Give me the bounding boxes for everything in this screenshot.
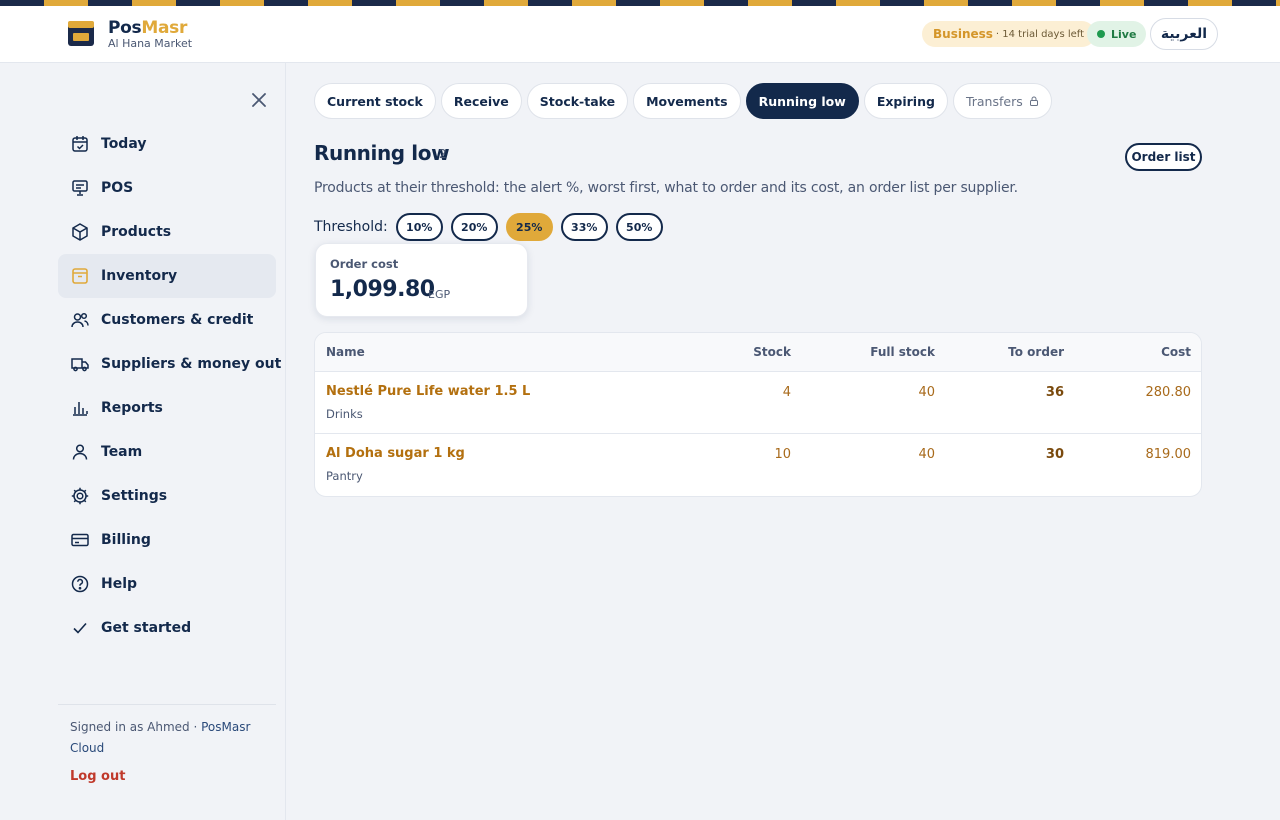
tab-current-stock[interactable]: Current stock <box>314 83 436 119</box>
bar-chart-icon <box>73 402 88 416</box>
sidebar-item-products[interactable]: Products <box>58 210 276 254</box>
plan-badge[interactable]: Business · 14 trial days left <box>922 21 1096 47</box>
col-name[interactable]: Name <box>326 345 365 359</box>
sidebar-item-customers[interactable]: Customers & credit <box>58 298 276 342</box>
running-low-table: Name Stock Full stock To order Cost Nest… <box>314 332 1202 497</box>
sidebar-item-suppliers[interactable]: Suppliers & money out <box>58 342 281 386</box>
sidebar-nav: Today POS Products Inventory Customers &… <box>58 122 281 650</box>
cost-value: 819.00 <box>1145 447 1192 462</box>
sidebar-item-help[interactable]: Help <box>58 562 276 606</box>
sidebar-divider <box>58 704 276 705</box>
sidebar-item-settings[interactable]: Settings <box>58 474 276 518</box>
credit-card-icon <box>71 533 89 547</box>
sidebar-item-today[interactable]: Today <box>58 122 276 166</box>
order-cost-card: Order cost 1,099.80 EGP <box>315 243 528 317</box>
top-bar: PosMasr Al Hana Market Business · 14 tri… <box>0 6 1280 63</box>
signed-in-info: Signed in as Ahmed · PosMasr Cloud <box>70 720 251 755</box>
inventory-tabs: Current stock Receive Stock-take Movemen… <box>314 83 1052 119</box>
tab-expiring[interactable]: Expiring <box>863 83 948 119</box>
page-title: Running low <box>314 141 450 165</box>
store-logo-icon <box>68 21 94 46</box>
user-icon <box>72 444 88 460</box>
inventory-icon <box>72 268 88 284</box>
table-row[interactable]: Nestlé Pure Life water 1.5 L Drinks 4 40… <box>315 372 1201 434</box>
order-cost-label: Order cost <box>330 257 399 271</box>
users-icon <box>71 312 89 328</box>
tab-movements[interactable]: Movements <box>633 83 741 119</box>
sidebar: Today POS Products Inventory Customers &… <box>0 63 286 820</box>
tab-receive[interactable]: Receive <box>440 83 522 119</box>
item-count: 2 <box>439 147 447 161</box>
lock-icon <box>1029 96 1038 106</box>
trial-days: · 14 trial days left <box>995 28 1085 40</box>
threshold-chip-50[interactable]: 50% <box>615 213 663 241</box>
store-name: Al Hana Market <box>108 37 193 50</box>
threshold-selector: Threshold: 10% 20% 25% 33% 50% <box>314 213 663 241</box>
sidebar-item-pos[interactable]: POS <box>58 166 276 210</box>
brand-name: PosMasr <box>108 18 188 38</box>
truck-icon <box>71 358 89 372</box>
product-name[interactable]: Nestlé Pure Life water 1.5 L <box>326 384 530 399</box>
stock-value: 4 <box>782 385 791 400</box>
threshold-label: Threshold: <box>314 219 388 235</box>
col-cost[interactable]: Cost <box>1161 345 1191 359</box>
to-order-value: 36 <box>1045 385 1064 400</box>
monitor-icon <box>72 180 88 196</box>
check-icon <box>73 622 87 634</box>
order-cost-value: 1,099.80 <box>330 277 435 302</box>
gear-icon <box>71 487 89 505</box>
table-header: Name Stock Full stock To order Cost <box>315 333 1201 372</box>
tab-running-low[interactable]: Running low <box>745 83 859 119</box>
language-toggle-button[interactable]: العربية <box>1150 18 1218 50</box>
product-category: Pantry <box>326 469 363 483</box>
tab-stock-take[interactable]: Stock-take <box>526 83 629 119</box>
threshold-chip-33[interactable]: 33% <box>560 213 608 241</box>
logout-link[interactable]: Log out <box>70 769 125 784</box>
box-icon <box>72 223 88 241</box>
order-list-button[interactable]: Order list <box>1125 143 1202 171</box>
col-stock[interactable]: Stock <box>753 345 791 359</box>
live-dot-icon <box>1097 30 1105 38</box>
col-full-stock[interactable]: Full stock <box>870 345 935 359</box>
threshold-chip-20[interactable]: 20% <box>450 213 498 241</box>
threshold-chip-10[interactable]: 10% <box>395 213 443 241</box>
col-to-order[interactable]: To order <box>1008 345 1064 359</box>
to-order-value: 30 <box>1045 447 1064 462</box>
help-circle-icon <box>71 575 89 593</box>
plan-name: Business <box>933 27 993 41</box>
table-row[interactable]: Al Doha sugar 1 kg Pantry 10 40 30 819.0… <box>315 434 1201 496</box>
sidebar-item-get-started[interactable]: Get started <box>58 606 276 650</box>
full-stock-value: 40 <box>918 447 935 462</box>
sidebar-item-inventory[interactable]: Inventory <box>58 254 276 298</box>
stock-value: 10 <box>774 447 791 462</box>
close-sidebar-icon[interactable] <box>250 91 268 109</box>
calendar-check-icon <box>72 136 88 152</box>
product-name[interactable]: Al Doha sugar 1 kg <box>326 446 465 461</box>
page-description: Products at their threshold: the alert %… <box>314 180 1018 196</box>
product-category: Drinks <box>326 407 363 421</box>
cost-value: 280.80 <box>1145 385 1192 400</box>
sidebar-item-reports[interactable]: Reports <box>58 386 276 430</box>
threshold-chip-25[interactable]: 25% <box>505 213 553 241</box>
sidebar-item-team[interactable]: Team <box>58 430 276 474</box>
sidebar-item-billing[interactable]: Billing <box>58 518 276 562</box>
order-cost-unit: EGP <box>428 288 451 301</box>
tab-transfers[interactable]: Transfers <box>952 83 1052 119</box>
live-status-badge: Live <box>1087 21 1147 47</box>
full-stock-value: 40 <box>918 385 935 400</box>
